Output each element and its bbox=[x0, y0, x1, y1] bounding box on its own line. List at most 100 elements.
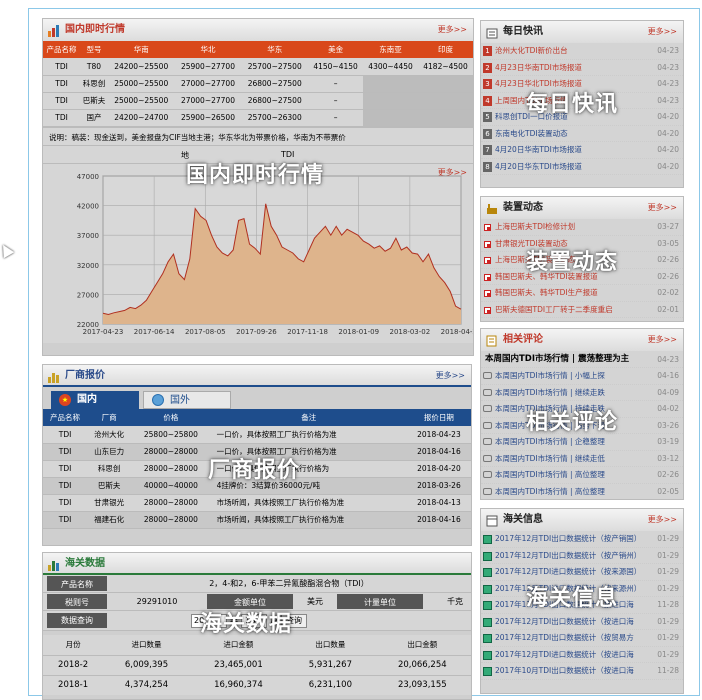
table-cell bbox=[363, 92, 419, 109]
table-cell: TDI bbox=[55, 96, 68, 105]
item-title: 上海巴斯夫TDI检修计划 bbox=[495, 222, 576, 231]
list-item[interactable]: 上海巴斯夫TDI检修计划 03-27 bbox=[481, 219, 683, 236]
column-header: 型号 bbox=[86, 45, 102, 54]
factory-quotes-panel: 厂商报价 更多>> ★ 国内 国外 产品名称 厂商 价格 备注 报价日期 TDI 沧州大化… bbox=[42, 364, 472, 546]
domestic-title: 国内即时行情 bbox=[65, 24, 125, 35]
list-item[interactable]: 本周国内TDI市场行情 | 高位整理 02-05 bbox=[481, 484, 683, 500]
item-title: 甘肃银光TDI装置动态 bbox=[495, 238, 568, 248]
tab-foreign[interactable]: 国外 bbox=[143, 391, 231, 409]
list-item[interactable]: 本周国内TDI市场行情 | 继续走低 03-12 bbox=[481, 451, 683, 467]
table-cell[interactable]: 沧州大化 bbox=[87, 426, 131, 443]
item-title: 本周国内TDI市场行情 bbox=[495, 387, 568, 397]
comment-icon bbox=[483, 372, 492, 379]
list-item[interactable]: 本周国内TDI市场行情 | 企稳整理 03-19 bbox=[481, 434, 683, 451]
item-date: 02-26 bbox=[657, 255, 679, 264]
list-item[interactable]: 2017年12月TDI出口数据统计（按贸易方 01-29 bbox=[481, 630, 683, 647]
domestic-more-link[interactable]: 更多>> bbox=[438, 19, 467, 41]
device-list: 上海巴斯夫TDI检修计划 03-27 甘肃银光TDI装置动态 03-05 上海巴斯夫TD… bbox=[481, 219, 683, 318]
list-item[interactable]: 2017年12月TDI进口数据统计（按进口海 01-29 bbox=[481, 647, 683, 663]
customs-info-more-link[interactable]: 更多>> bbox=[648, 509, 677, 531]
table-cell: 25700~27500 bbox=[247, 61, 302, 71]
comment-icon bbox=[483, 438, 492, 445]
measure-label: 计量单位 bbox=[337, 594, 423, 609]
unit-value: 美元 bbox=[307, 597, 323, 606]
comment-icon bbox=[483, 421, 492, 429]
customs-table: 月份 进口数量 进口金额 出口数量 出口金额 2018-2 6,009,395 23,465… bbox=[43, 635, 471, 695]
list-item[interactable]: 上海巴斯夫TDI装置动态 02-26 bbox=[481, 252, 683, 269]
daily-more-link[interactable]: 更多>> bbox=[648, 21, 677, 43]
year-select[interactable]: 20 bbox=[191, 613, 227, 628]
factory-more-link[interactable]: 更多>> bbox=[436, 365, 465, 387]
tab-domestic[interactable]: ★ 国内 bbox=[51, 391, 139, 409]
list-item[interactable]: 本周国内TDI市场行情 | 弱势下滑 03-26 bbox=[481, 418, 683, 434]
table-cell[interactable]: 科思创 bbox=[87, 460, 131, 477]
item-date: 04-23 bbox=[657, 95, 679, 105]
comments-list: 本周国内TDI市场行情 | 小幅上探 04-16 本周国内TDI市场行情 | 继续走… bbox=[481, 368, 683, 500]
list-item[interactable]: 2017年12月TDI进口数据统计（按来源州） 01-29 bbox=[481, 581, 683, 597]
list-item[interactable]: 5 科思创TDI一口价报道 04-20 bbox=[481, 109, 683, 126]
table-cell[interactable]: 福建石化 bbox=[87, 511, 131, 528]
query-button[interactable]: 查询 bbox=[281, 613, 307, 628]
item-date: 02-26 bbox=[657, 470, 679, 479]
bullet-icon bbox=[484, 224, 491, 231]
column-header: 月份 bbox=[65, 640, 81, 650]
list-item[interactable]: 韩国巴斯夫、韩华TDI装置报道 02-26 bbox=[481, 269, 683, 285]
list-item[interactable]: 2017年10月TDI出口数据统计（按进口海 11-28 bbox=[481, 663, 683, 680]
item-title: 4月23日华北TDI市场报道 bbox=[495, 79, 582, 88]
list-item[interactable]: 3 4月23日华北TDI市场报道 04-23 bbox=[481, 76, 683, 93]
table-cell: 23,465,001 bbox=[214, 660, 263, 670]
list-item[interactable]: 本周国内TDI市场行情 | 高位整理 02-26 bbox=[481, 467, 683, 484]
list-item[interactable]: 2017年12月TDI进口数据统计（按来源国） 01-29 bbox=[481, 564, 683, 581]
column-header: 华东 bbox=[267, 45, 283, 54]
list-item[interactable]: 8 4月20日华东TDI市场报道 04-20 bbox=[481, 159, 683, 175]
item-date: 04-09 bbox=[657, 387, 679, 397]
table-cell: – bbox=[333, 96, 338, 105]
lead-title: 本周国内TDI市场行情 bbox=[485, 354, 570, 364]
report-icon bbox=[483, 535, 492, 544]
list-item[interactable]: 2017年12月TDI出口数据统计（按产销州） 01-29 bbox=[481, 548, 683, 564]
table-cell: 2018-04-16 bbox=[417, 447, 461, 456]
column-header: 印度 bbox=[438, 45, 453, 54]
item-title: 科思创TDI一口价报道 bbox=[495, 112, 568, 121]
table-cell[interactable]: 甘肃银光 bbox=[87, 494, 131, 511]
item-title: 2017年12月TDI进口数据统计（按来源国） bbox=[495, 567, 642, 576]
list-item[interactable]: 本周国内TDI市场行情 | 持续走跌 04-02 bbox=[481, 401, 683, 418]
device-more-link[interactable]: 更多>> bbox=[648, 197, 677, 219]
list-item[interactable]: 1 沧州大化TDI新价出台 04-23 bbox=[481, 43, 683, 60]
table-cell[interactable]: 山东巨力 bbox=[87, 443, 131, 460]
list-item[interactable]: 巴斯夫德国TDI工厂转于二季度重启 02-01 bbox=[481, 302, 683, 318]
item-title: 本周国内TDI市场行情 bbox=[495, 470, 568, 479]
device-title: 装置动态 bbox=[503, 202, 543, 213]
list-item[interactable]: 2017年12月TDI出口数据统计（按进口海 01-29 bbox=[481, 614, 683, 630]
chart-title-row: 地 TDI bbox=[43, 144, 473, 163]
list-item[interactable]: 甘肃银光TDI装置动态 03-05 bbox=[481, 236, 683, 252]
list-item[interactable]: 4 上周国内TDI市场行情 04-23 bbox=[481, 93, 683, 109]
item-date: 04-23 bbox=[657, 62, 679, 72]
month-select[interactable]: 1 ▾ bbox=[241, 613, 267, 628]
list-item[interactable]: 本周国内TDI市场行情 | 小幅上探 04-16 bbox=[481, 368, 683, 385]
table-cell: 科思创 bbox=[82, 79, 106, 88]
list-item[interactable]: 7 4月20日华南TDI市场报道 04-20 bbox=[481, 142, 683, 159]
table-cell: 25000~25500 bbox=[114, 79, 169, 88]
list-item[interactable]: 2 4月23日华南TDI市场报道 04-23 bbox=[481, 60, 683, 76]
report-icon bbox=[483, 601, 492, 610]
item-date: 01-29 bbox=[657, 649, 679, 659]
list-item[interactable]: 韩国巴斯夫、韩华TDI生产报道 02-02 bbox=[481, 285, 683, 302]
list-item[interactable]: 6 东南电化TDI装置动态 04-20 bbox=[481, 126, 683, 142]
table-row: TDI 科思创 25000~25500 27000~27700 26800~27500 – bbox=[43, 75, 473, 92]
list-item[interactable]: 2017年11月TDI出口数据统计（按进口海 11-28 bbox=[481, 597, 683, 614]
comments-lead[interactable]: 本周国内TDI市场行情 | 震荡整理为主 04-23 bbox=[481, 351, 683, 368]
list-item[interactable]: 本周国内TDI市场行情 | 继续走跌 04-09 bbox=[481, 385, 683, 401]
comment-icon bbox=[483, 454, 492, 462]
lead-subtitle: 震荡整理为主 bbox=[578, 354, 630, 364]
item-date: 04-23 bbox=[657, 46, 679, 55]
table-cell bbox=[363, 75, 419, 92]
table-cell[interactable]: 巴斯夫 bbox=[87, 477, 131, 494]
list-item[interactable]: 2017年12月TDI出口数据统计（按产销国） 01-29 bbox=[481, 531, 683, 548]
rank-badge: 1 bbox=[483, 46, 492, 56]
comments-more-link[interactable]: 更多>> bbox=[648, 329, 677, 351]
device-panel: 装置动态 更多>> 上海巴斯夫TDI检修计划 03-27 甘肃银光TDI装置动态 03… bbox=[480, 196, 684, 322]
item-date: 02-05 bbox=[657, 486, 679, 496]
month-value: 1 bbox=[245, 615, 251, 625]
y-tick-label: 27000 bbox=[77, 291, 99, 299]
